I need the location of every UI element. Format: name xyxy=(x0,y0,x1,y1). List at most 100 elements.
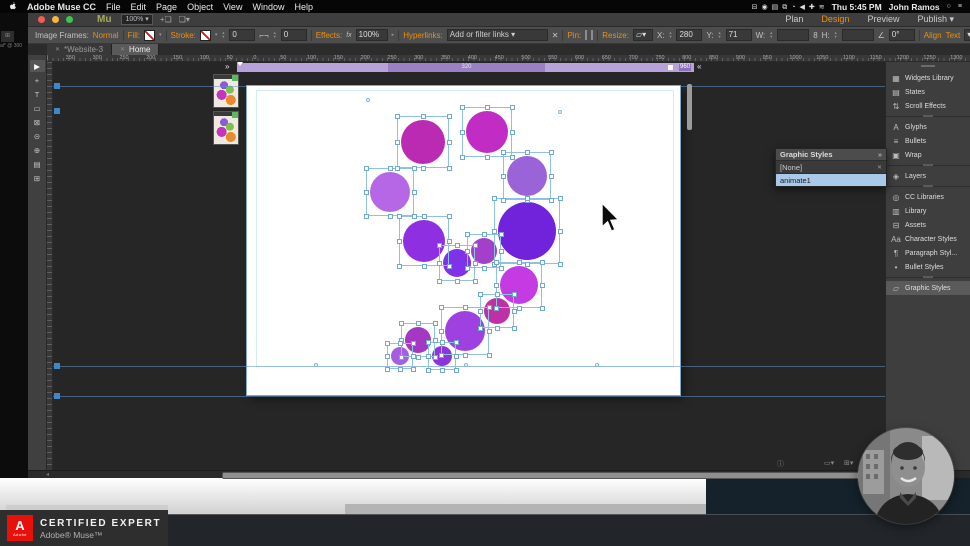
selection-handle[interactable] xyxy=(516,259,522,265)
minimize-window-button[interactable] xyxy=(52,16,59,23)
selection-handle[interactable] xyxy=(410,353,416,359)
vertical-scrollbar-thumb[interactable] xyxy=(687,84,692,130)
opacity-slider-arrow[interactable]: ▸ xyxy=(392,32,395,38)
stroke-label[interactable]: Stroke: xyxy=(171,31,196,40)
zoom-tool[interactable]: ⊕ xyxy=(30,144,45,156)
resize-dropdown[interactable]: ▱▾ xyxy=(632,29,653,41)
breakpoint-right-chevron[interactable]: « xyxy=(697,62,701,71)
selection-handle[interactable] xyxy=(472,278,478,284)
slideshow-tool[interactable]: ⊞ xyxy=(30,172,45,184)
selection-handle[interactable] xyxy=(446,165,452,171)
panel-item-widgets-library[interactable]: ▦ Widgets Library xyxy=(886,71,970,85)
selection-handle[interactable] xyxy=(498,248,504,254)
close-tab-icon[interactable]: ✕ xyxy=(55,46,60,53)
selection-handle[interactable] xyxy=(509,154,515,160)
panel-item-graphic-styles[interactable]: ▱ Graphic Styles xyxy=(886,281,970,295)
selection-handle[interactable] xyxy=(397,366,403,372)
selection-handle[interactable] xyxy=(438,352,444,358)
selection-handle[interactable] xyxy=(397,340,403,346)
menu-window[interactable]: Window xyxy=(252,2,284,12)
display-mirror-icon[interactable]: ⊟ xyxy=(752,4,758,11)
selection-handle[interactable] xyxy=(396,238,402,244)
menu-page[interactable]: Page xyxy=(156,2,177,12)
nav-publish[interactable]: Publish ▾ xyxy=(917,14,954,25)
selection-handle[interactable] xyxy=(524,149,530,155)
selection-handle[interactable] xyxy=(396,263,402,269)
selection-handle[interactable] xyxy=(398,320,404,326)
camera-icon[interactable]: ◉ xyxy=(761,4,767,11)
corner-options-icon[interactable]: ⌐¬ xyxy=(259,31,268,40)
selection-handle[interactable] xyxy=(472,242,478,248)
hyperlinks-clear-icon[interactable]: ✕ xyxy=(552,31,559,40)
guide-anchor-dot[interactable] xyxy=(464,363,468,367)
selection-handle[interactable] xyxy=(493,259,499,265)
menu-help[interactable]: Help xyxy=(294,2,313,12)
panel-item-paragraph-styles[interactable]: ¶ Paragraph Styl... xyxy=(886,246,970,260)
selection-handle[interactable] xyxy=(459,129,465,135)
selection-handle[interactable] xyxy=(500,173,506,179)
effects-icon[interactable]: fx xyxy=(346,32,351,39)
fill-dropdown-arrow[interactable]: ▾ xyxy=(159,32,162,38)
fit-view-icon[interactable]: ▭▾ xyxy=(824,459,834,467)
breakpoint-left-chevron[interactable]: » xyxy=(225,62,229,71)
rectangle-tool[interactable]: ▭ xyxy=(30,102,45,114)
selection-handle[interactable] xyxy=(454,278,460,284)
selection-handle[interactable] xyxy=(453,353,459,359)
selection-handle[interactable] xyxy=(494,291,500,297)
fill-swatch[interactable] xyxy=(144,29,156,41)
selection-handle[interactable] xyxy=(498,231,504,237)
tab--website-3[interactable]: ✕ *Website-3 xyxy=(47,44,113,55)
h-stepper[interactable]: ▲ ▼ xyxy=(834,31,838,39)
selection-handle[interactable] xyxy=(484,154,490,160)
panel-item-wrap[interactable]: ▣ Wrap xyxy=(886,148,970,162)
selection-handle[interactable] xyxy=(384,366,390,372)
corner-radius-field[interactable]: 0 xyxy=(280,29,307,41)
volume-icon[interactable]: ◀ xyxy=(799,4,804,11)
pin-position-icon[interactable] xyxy=(585,30,588,40)
selection-handle[interactable] xyxy=(511,325,517,331)
selection-handle[interactable] xyxy=(498,265,504,271)
selection-handle[interactable] xyxy=(387,213,393,219)
nav-design[interactable]: Design xyxy=(821,14,849,25)
selection-handle[interactable] xyxy=(438,328,444,334)
selection-handle[interactable] xyxy=(516,305,522,311)
panel-item-library[interactable]: ▥ Library xyxy=(886,204,970,218)
selection-handle[interactable] xyxy=(438,304,444,310)
text-label[interactable]: Text xyxy=(946,31,961,40)
selection-handle[interactable] xyxy=(439,339,445,345)
fill-label[interactable]: Fill: xyxy=(128,31,140,40)
panel-item-assets[interactable]: ⊟ Assets xyxy=(886,218,970,232)
selection-handle[interactable] xyxy=(420,165,426,171)
guide-handle[interactable] xyxy=(54,83,60,89)
selection-handle[interactable] xyxy=(464,248,470,254)
h-field[interactable] xyxy=(841,29,874,41)
selection-handle[interactable] xyxy=(486,352,492,358)
apple-menu-icon[interactable] xyxy=(8,1,18,12)
stroke-swatch[interactable] xyxy=(199,29,211,41)
horizontal-scrollbar[interactable]: ◂ xyxy=(28,470,970,479)
close-window-button[interactable] xyxy=(38,16,45,23)
y-field[interactable]: 71 xyxy=(725,29,752,41)
selection-handle[interactable] xyxy=(411,213,417,219)
selection-handle[interactable] xyxy=(548,173,554,179)
selection-handle[interactable] xyxy=(477,291,483,297)
input-source-icon[interactable]: ✚ xyxy=(809,4,815,11)
selection-handle[interactable] xyxy=(539,305,545,311)
selection-handle[interactable] xyxy=(421,263,427,269)
selection-handle[interactable] xyxy=(425,367,431,373)
panel-item-character-styles[interactable]: Aa Character Styles xyxy=(886,232,970,246)
stroke-weight-field[interactable]: 0 xyxy=(229,29,256,41)
selection-handle[interactable] xyxy=(464,231,470,237)
time-machine-icon[interactable]: ◔ xyxy=(791,4,795,11)
selection-handle[interactable] xyxy=(398,354,404,360)
preview-mode-tool[interactable]: ▤ xyxy=(30,158,45,170)
text-style-dropdown[interactable]: ▾ xyxy=(964,29,970,41)
graphic-style-animate1-row[interactable]: animate1 xyxy=(776,173,886,186)
selection-handle[interactable] xyxy=(411,165,417,171)
breakpoint-bar[interactable]: 320 960 xyxy=(237,63,694,72)
selection-handle[interactable] xyxy=(477,308,483,314)
selection-handle[interactable] xyxy=(486,304,492,310)
selection-handle[interactable] xyxy=(524,261,530,267)
panel-item-bullets[interactable]: ≡ Bullets xyxy=(886,134,970,148)
guide-anchor-dot[interactable] xyxy=(366,98,370,102)
